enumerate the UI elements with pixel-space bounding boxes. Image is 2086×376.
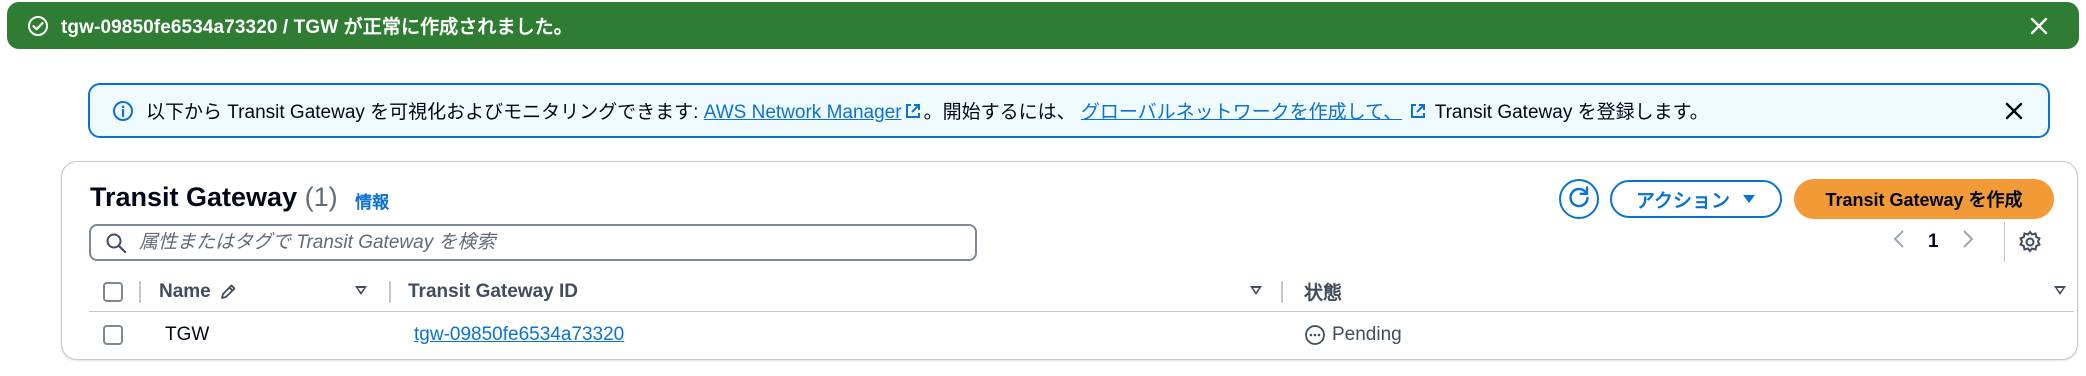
- chevron-left-icon[interactable]: [1892, 228, 1906, 256]
- actions-label: アクション: [1635, 190, 1731, 212]
- sort-icon[interactable]: [1250, 286, 1262, 295]
- title-text: Transit Gateway: [90, 182, 298, 212]
- refresh-icon: [1566, 184, 1592, 215]
- table-header: Name Transit Gateway ID 状態: [89, 272, 2074, 312]
- network-manager-link[interactable]: AWS Network Manager: [704, 102, 902, 123]
- sort-icon[interactable]: [355, 286, 367, 295]
- search-input[interactable]: [139, 231, 959, 254]
- actions-dropdown-button[interactable]: アクション: [1610, 180, 1782, 218]
- column-id-label: Transit Gateway ID: [408, 280, 579, 302]
- info-text-middle: 。開始するには、: [923, 102, 1081, 123]
- transit-gateway-table-container: Transit Gateway (1) 情報 アクション Transit Gat…: [61, 161, 2078, 360]
- chevron-right-icon[interactable]: [1961, 228, 1975, 256]
- info-text-after: Transit Gateway を登録します。: [1429, 102, 1709, 123]
- row-checkbox[interactable]: [103, 325, 123, 345]
- column-separator: [139, 281, 141, 303]
- select-all-checkbox-cell: [103, 272, 123, 311]
- flash-message: tgw-09850fe6534a73320 / TGW が正常に作成されました。: [61, 17, 573, 38]
- pagination: 1: [1892, 222, 2005, 262]
- column-separator: [1281, 281, 1283, 303]
- column-state-label: 状態: [1304, 283, 1343, 304]
- select-all-checkbox[interactable]: [103, 281, 123, 302]
- item-count: (1): [304, 182, 338, 212]
- column-header-id[interactable]: Transit Gateway ID: [408, 272, 578, 311]
- check-circle-icon: [27, 15, 49, 37]
- column-header-state[interactable]: 状態: [1304, 272, 1342, 311]
- success-flashbar: tgw-09850fe6534a73320 / TGW が正常に作成されました。: [7, 2, 2079, 49]
- edit-pencil-icon: [219, 283, 237, 301]
- row-name: TGW: [165, 324, 210, 345]
- info-link[interactable]: 情報: [355, 193, 389, 212]
- close-icon[interactable]: [2002, 99, 2026, 123]
- row-checkbox-cell: [103, 313, 123, 357]
- column-separator: [389, 281, 391, 303]
- info-text: 以下から Transit Gateway を可視化およびモニタリングできます: …: [146, 97, 1709, 124]
- external-link-icon[interactable]: [1409, 102, 1427, 120]
- info-circle-icon: [112, 100, 134, 122]
- caret-down-icon: [1742, 188, 1756, 210]
- row-tgw-id-link[interactable]: tgw-09850fe6534a73320: [414, 313, 624, 357]
- gear-icon[interactable]: [2017, 229, 2043, 255]
- row-state: Pending: [1304, 313, 1402, 357]
- sort-icon[interactable]: [2054, 286, 2066, 295]
- column-header-name[interactable]: Name: [159, 272, 237, 311]
- search-icon: [105, 232, 127, 254]
- pending-icon: [1304, 324, 1326, 346]
- table-row[interactable]: TGW tgw-09850fe6534a73320 Pending: [89, 313, 2074, 357]
- search-field[interactable]: [89, 224, 977, 261]
- page-number[interactable]: 1: [1928, 231, 1939, 253]
- refresh-button[interactable]: [1559, 179, 1599, 219]
- row-state-label: Pending: [1332, 324, 1402, 345]
- page-title: Transit Gateway (1) 情報: [90, 182, 389, 213]
- create-global-network-link[interactable]: グローバルネットワークを作成して、: [1081, 102, 1402, 123]
- close-icon[interactable]: [2027, 14, 2051, 38]
- pager-divider: [2004, 222, 2005, 262]
- info-text-before: 以下から Transit Gateway を可視化およびモニタリングできます:: [146, 102, 704, 123]
- column-name-label: Name: [159, 280, 211, 302]
- info-alert: 以下から Transit Gateway を可視化およびモニタリングできます: …: [88, 83, 2050, 138]
- create-transit-gateway-button[interactable]: Transit Gateway を作成: [1794, 179, 2054, 219]
- external-link-icon[interactable]: [904, 102, 922, 120]
